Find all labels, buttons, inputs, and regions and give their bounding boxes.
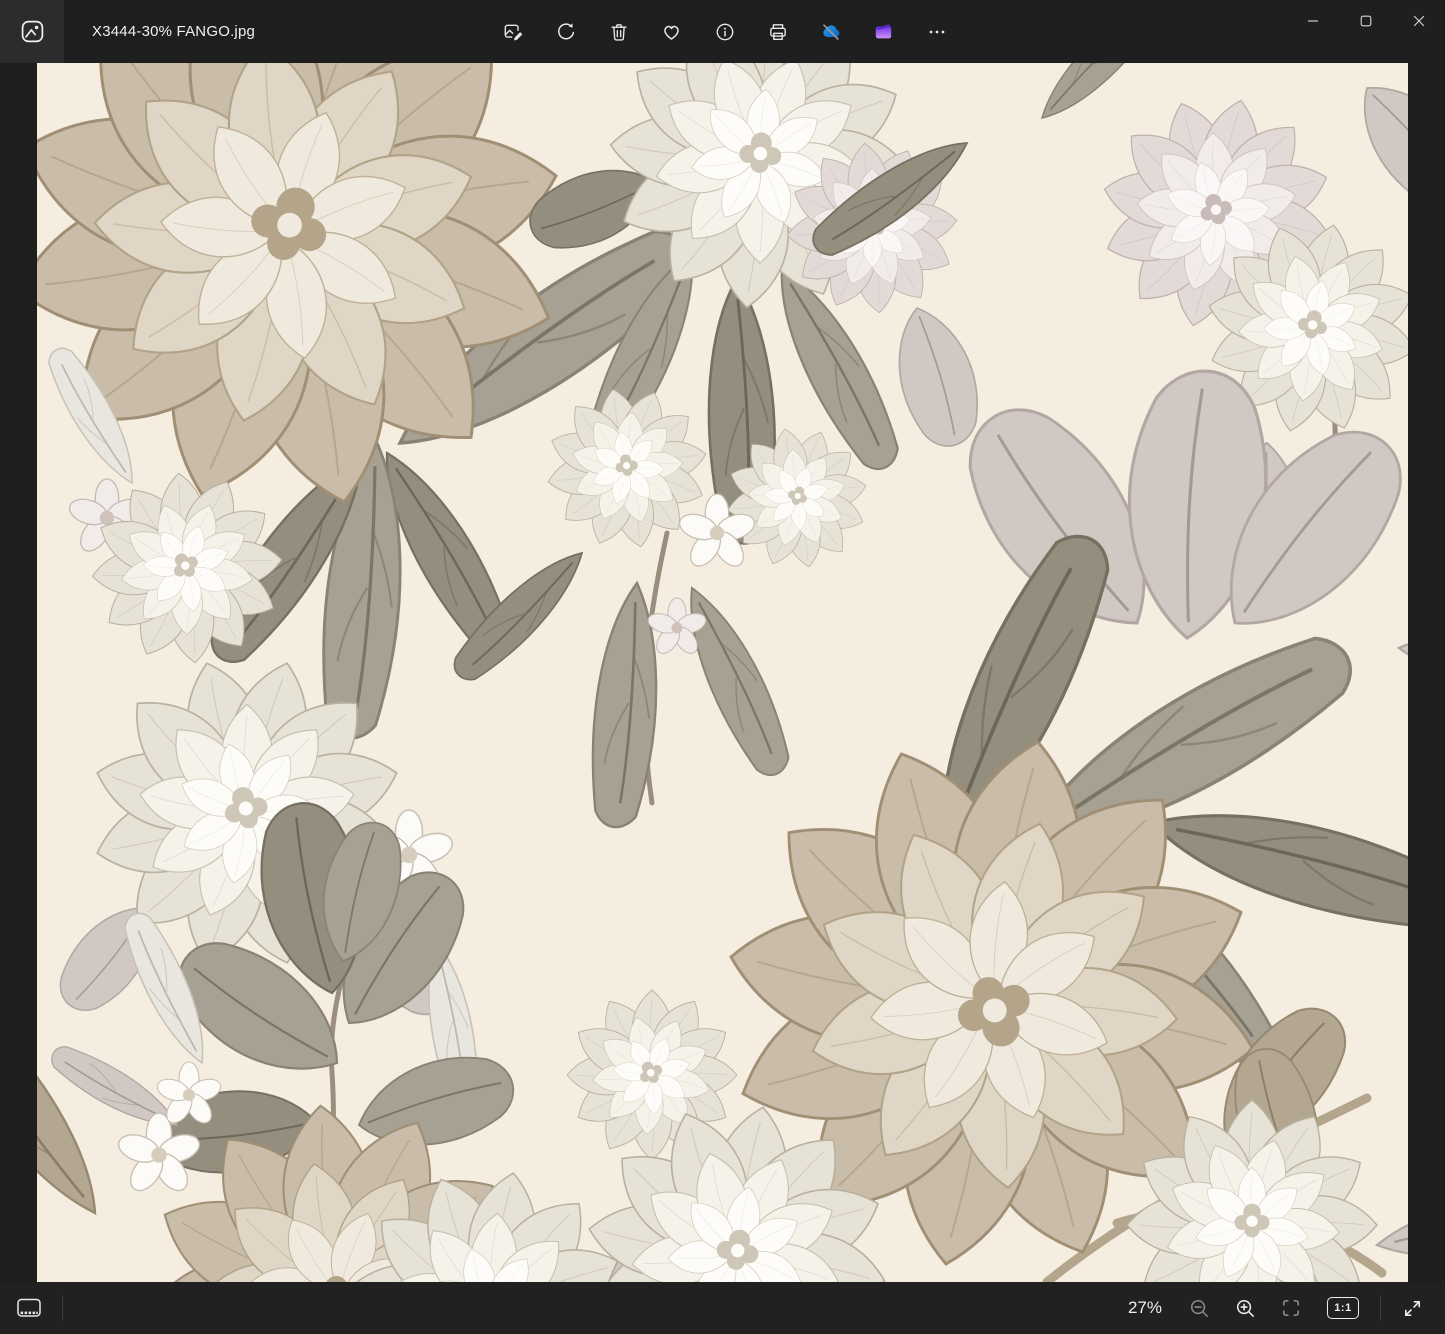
close-icon — [1413, 15, 1425, 27]
fullscreen-icon — [1401, 1297, 1424, 1320]
zoom-in-icon — [1234, 1297, 1257, 1320]
file-title: X3444-30% FANGO.jpg — [92, 0, 255, 63]
clipchamp-icon — [872, 20, 895, 43]
delete-button[interactable] — [592, 0, 645, 63]
statusbar-divider — [1380, 1295, 1381, 1321]
zoom-controls: 27% — [1128, 1282, 1435, 1334]
rotate-button[interactable] — [539, 0, 592, 63]
minimize-icon — [1307, 15, 1319, 27]
toolbar — [486, 0, 963, 63]
filmstrip-icon — [16, 1297, 42, 1319]
info-icon — [714, 21, 736, 43]
rotate-icon — [555, 21, 577, 43]
photo-canvas[interactable] — [37, 63, 1408, 1282]
app-tile-button[interactable] — [0, 0, 64, 63]
onedrive-off-icon — [819, 20, 843, 44]
see-more-icon — [926, 21, 948, 43]
fit-to-window-icon — [1279, 1296, 1303, 1320]
delete-icon — [608, 21, 630, 43]
print-button[interactable] — [751, 0, 804, 63]
zoom-out-icon — [1188, 1297, 1211, 1320]
fit-to-window-button[interactable] — [1268, 1282, 1314, 1334]
statusbar-divider — [62, 1295, 63, 1321]
clipchamp-button[interactable] — [857, 0, 910, 63]
photos-app-icon — [19, 18, 46, 45]
zoom-level-label: 27% — [1128, 1298, 1162, 1318]
close-button[interactable] — [1392, 0, 1445, 42]
edit-image-icon — [502, 21, 524, 43]
titlebar: X3444-30% FANGO.jpg — [0, 0, 1445, 63]
viewer-area — [0, 63, 1445, 1282]
floral-artwork — [37, 63, 1408, 1282]
zoom-in-button[interactable] — [1222, 1282, 1268, 1334]
maximize-button[interactable] — [1339, 0, 1392, 42]
statusbar: 27% — [0, 1282, 1445, 1334]
minimize-button[interactable] — [1286, 0, 1339, 42]
window-controls — [1286, 0, 1445, 42]
print-icon — [767, 21, 789, 43]
favorite-button[interactable] — [645, 0, 698, 63]
actual-size-label: 1:1 — [1327, 1297, 1359, 1319]
heart-icon — [660, 20, 683, 43]
zoom-out-button[interactable] — [1176, 1282, 1222, 1334]
onedrive-backup-button[interactable] — [804, 0, 857, 63]
filmstrip-toggle-button[interactable] — [8, 1282, 50, 1334]
actual-size-button[interactable]: 1:1 — [1320, 1282, 1366, 1334]
maximize-icon — [1360, 15, 1372, 27]
photos-app-window: X3444-30% FANGO.jpg — [0, 0, 1445, 1334]
edit-image-button[interactable] — [486, 0, 539, 63]
fullscreen-button[interactable] — [1389, 1282, 1435, 1334]
info-button[interactable] — [698, 0, 751, 63]
see-more-button[interactable] — [910, 0, 963, 63]
